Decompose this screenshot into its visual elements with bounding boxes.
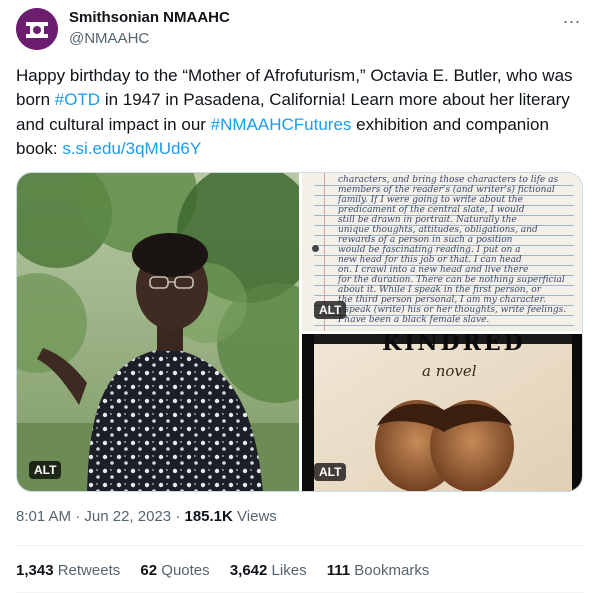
alt-badge[interactable]: ALT [314, 301, 347, 319]
stat-label: Bookmarks [354, 562, 430, 579]
stat-quotes[interactable]: 62 Quotes [140, 562, 209, 579]
smithsonian-sun-logo-icon [16, 8, 58, 50]
stat-count: 3,642 [229, 562, 268, 579]
manuscript-line: family. If I were going to write about t… [338, 195, 523, 205]
photo-book-cover[interactable]: KINDRED a novel ALT [302, 334, 582, 491]
binder-hole [312, 245, 319, 252]
hashtag-otd-link[interactable]: #OTD [55, 90, 100, 109]
divider [16, 592, 583, 593]
manuscript-line: would be fascinating reading. I put on a [338, 245, 521, 255]
author-name[interactable]: Smithsonian NMAAHC [69, 9, 230, 26]
stat-label: Quotes [161, 562, 210, 579]
tweet-date[interactable]: Jun 22, 2023 [84, 508, 171, 525]
portrait-photo-image [17, 173, 299, 491]
stat-likes[interactable]: 3,642 Likes [230, 562, 307, 579]
alt-badge[interactable]: ALT [314, 463, 347, 481]
manuscript-line: I have been a black female slave. [338, 315, 490, 325]
photo-portrait[interactable]: ALT [17, 173, 299, 491]
stat-bookmarks[interactable]: 111 Bookmarks [327, 562, 430, 579]
engagement-stats: 1,343 Retweets 62 Quotes 3,642 Likes 111… [16, 562, 445, 579]
manuscript-line: characters, and bring those characters t… [338, 175, 559, 185]
manuscript-line: rewards of a person in such a position [338, 235, 513, 245]
alt-badge[interactable]: ALT [29, 461, 62, 479]
tweet-time[interactable]: 8:01 AM [16, 508, 71, 525]
manuscript-line: the third person personal, I am my chara… [338, 295, 546, 305]
meta-separator: · [75, 508, 81, 525]
manuscript-line: on. I crawl into a new head and live the… [338, 265, 529, 275]
tweet-header: Smithsonian NMAAHC @NMAAHC ... [16, 8, 583, 52]
stat-label: Likes [271, 562, 307, 579]
manuscript-line: for the duration. There can be nothing s… [338, 275, 565, 285]
views-label: Views [237, 508, 277, 525]
views-count[interactable]: 185.1K [184, 508, 232, 525]
tweet-text: Happy birthday to the “Mother of Afrofut… [16, 64, 583, 161]
manuscript-line: still be drawn in portrait. Naturally th… [338, 215, 517, 225]
stat-count: 1,343 [16, 562, 54, 579]
author-handle[interactable]: @NMAAHC [69, 30, 149, 47]
stat-count: 111 [326, 562, 351, 579]
stat-count: 62 [140, 562, 158, 579]
manuscript-line: new head for this job or that. I can hea… [338, 255, 522, 265]
book-title: KINDRED [382, 334, 526, 356]
manuscript-line: members of the reader's (and writer's) f… [338, 185, 555, 195]
manuscript-line: unique thoughts, attitudes, obligations,… [338, 225, 538, 235]
avatar[interactable] [16, 8, 58, 50]
tweet-meta: 8:01 AM · Jun 22, 2023 · 185.1K Views [16, 508, 277, 525]
url-link[interactable]: s.si.edu/3qMUd6Y [62, 139, 201, 158]
more-options-icon[interactable]: ... [563, 8, 581, 26]
hashtag-nmaahcfutures-link[interactable]: #NMAAHCFutures [211, 115, 352, 134]
stat-label: Retweets [57, 562, 121, 579]
manuscript-line: about it. While I speak in the first per… [338, 285, 542, 295]
manuscript-line: I speak (write) his or her thoughts, wri… [338, 305, 567, 315]
book-subtitle: a novel [422, 362, 477, 380]
divider [16, 545, 583, 546]
photo-manuscript[interactable]: characters, and bring those characters t… [302, 173, 582, 331]
meta-separator: · [175, 508, 181, 525]
manuscript-line: predicament of the central slate, I woul… [338, 205, 525, 215]
stat-retweets[interactable]: 1,343 Retweets [16, 562, 120, 579]
media-grid: ALT characters, and bring those characte… [16, 172, 583, 492]
